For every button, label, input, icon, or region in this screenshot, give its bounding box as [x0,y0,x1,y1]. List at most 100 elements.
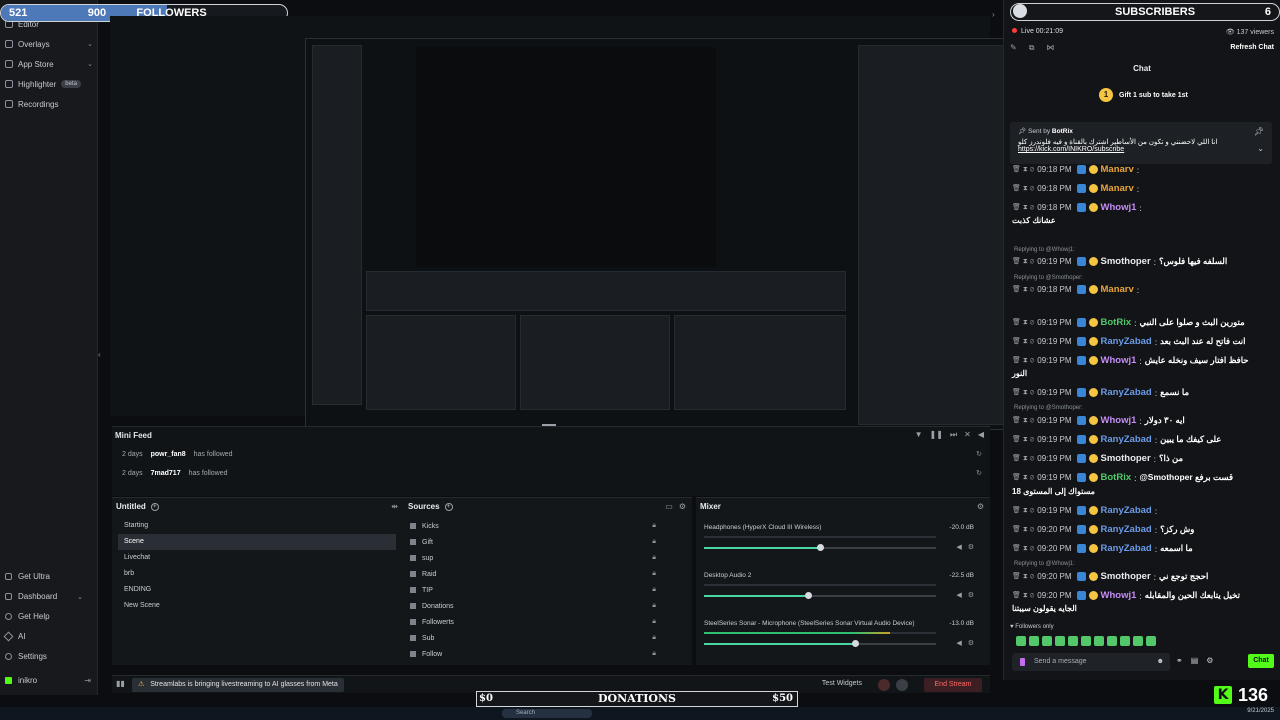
message-user[interactable]: Whowj1 [1101,590,1137,601]
chat-message[interactable]: 🗑︎ ⧗ ⊘ 09:19 PM RanyZabad: انت فاتح له عند … [1012,336,1274,347]
sidebar-item-highlighter[interactable]: Highlighter beta [5,76,93,92]
chat-message[interactable]: 🗑︎ ⧗ ⊘ 09:20 PM Smothoper: احجج توجع ني [1012,571,1274,582]
scene-item[interactable]: ENDING [118,582,396,598]
message-user[interactable]: Smothoper [1101,256,1151,267]
refresh-chat-button[interactable]: Refresh Chat [1230,44,1274,51]
mod-actions-icon[interactable]: 🗑︎ ⧗ ⊘ [1012,454,1034,463]
emote-icon[interactable] [1133,636,1143,646]
mod-actions-icon[interactable]: 🗑︎ ⧗ ⊘ [1012,572,1034,581]
channel-volume-slider[interactable] [704,592,936,599]
chevron-right-icon[interactable]: › [992,10,995,19]
volume-icon[interactable]: ◀ [978,430,984,440]
message-user[interactable]: RanyZabad [1101,505,1152,516]
source-item[interactable]: Raid 🔒︎ [410,566,656,582]
mod-actions-icon[interactable]: 🗑︎ ⧗ ⊘ [1012,337,1034,346]
chat-message[interactable]: 🗑︎ ⧗ ⊘ 09:19 PM Whowj1: ايه ٣٠ دولار [1012,415,1274,426]
scene-item[interactable]: New Scene [118,598,396,614]
lock-icon[interactable]: 🔒︎ [652,522,656,530]
speaker-icon[interactable]: ◀ [956,639,961,647]
pause-icon[interactable]: ❚❚ [930,430,943,440]
chat-message[interactable]: 🗑︎ ⧗ ⊘ 09:18 PM Manarv: [1012,183,1274,194]
sidebar-item-dashboard[interactable]: Dashboard ⌄ [5,592,83,601]
chat-message[interactable]: 🗑︎ ⧗ ⊘ 09:19 PM Smothoper: السلفه فيها فلوس… [1012,256,1274,267]
message-user[interactable]: Manarv [1101,164,1134,175]
source-item[interactable]: Followerts 🔒︎ [410,614,656,630]
lock-icon[interactable]: 🔒︎ [652,554,656,562]
emoji-icon[interactable]: ☻ [1157,653,1164,671]
mod-tools-icon[interactable]: ▤ [1191,656,1199,665]
message-user[interactable]: Whowj1 [1101,415,1137,426]
gift-sub-banner[interactable]: 1 Gift 1 sub to take 1st [1099,88,1188,102]
mod-actions-icon[interactable]: 🗑︎ ⧗ ⊘ [1012,435,1034,444]
mod-actions-icon[interactable]: 🗑︎ ⧗ ⊘ [1012,318,1034,327]
chat-message[interactable]: 🗑︎ ⧗ ⊘ 09:20 PM RanyZabad: وش ركز؟ [1012,524,1274,535]
emote-icon[interactable] [1094,636,1104,646]
mod-actions-icon[interactable]: 🗑︎ ⧗ ⊘ [1012,203,1034,212]
emote-icon[interactable] [1042,636,1052,646]
source-item[interactable]: TIP 🔒︎ [410,582,656,598]
emote-icon[interactable] [1016,636,1026,646]
message-user[interactable]: Whowj1 [1101,355,1137,366]
record-button[interactable] [878,679,890,691]
mixer-settings-icon[interactable]: ⚙ [977,502,984,511]
channel-settings-icon[interactable]: ⚙ [968,591,974,599]
sidebar-item-get-ultra[interactable]: Get Ultra [5,572,50,581]
replay-icon[interactable]: ↻ [976,469,982,477]
replay-buffer-button[interactable] [896,679,908,691]
message-user[interactable]: RanyZabad [1101,524,1152,535]
mod-actions-icon[interactable]: 🗑︎ ⧗ ⊘ [1012,165,1034,174]
channel-settings-icon[interactable]: ⚙ [968,543,974,551]
link-icon[interactable]: ⚭ [1176,656,1183,665]
lock-icon[interactable]: 🔒︎ [652,570,656,578]
message-user[interactable]: RanyZabad [1101,543,1152,554]
lock-icon[interactable]: 🔒︎ [652,618,656,626]
sidebar-item-ai[interactable]: AI [3,631,26,642]
chat-message[interactable]: 🗑︎ ⧗ ⊘ 09:19 PM BotRix: @Smothoper قست برفع [1012,472,1274,483]
message-user[interactable]: Smothoper [1101,453,1151,464]
add-source-icon[interactable]: + [444,502,453,511]
message-user[interactable]: RanyZabad [1101,336,1152,347]
chat-message[interactable]: 🗑︎ ⧗ ⊘ 09:20 PM RanyZabad: ما اسمعه [1012,543,1274,554]
emote-icon[interactable] [1068,636,1078,646]
chat-message[interactable]: 🗑︎ ⧗ ⊘ 09:19 PM Smothoper: من ذا؟ [1012,453,1274,464]
lock-icon[interactable]: 🔒︎ [652,650,656,658]
replay-icon[interactable]: ↻ [976,450,982,458]
skip-icon[interactable]: ⏭ [950,430,957,440]
mod-actions-icon[interactable]: 🗑︎ ⧗ ⊘ [1012,473,1034,482]
source-item[interactable]: Follow 🔒︎ [410,646,656,662]
lock-icon[interactable]: 🔒︎ [652,634,656,642]
chat-message-input[interactable]: Send a message ☻ [1012,653,1170,671]
chat-message[interactable]: 🗑︎ ⧗ ⊘ 09:19 PM Whowj1: حافظ افتار سيف ونخل… [1012,355,1274,366]
source-item[interactable]: sup 🔒︎ [410,550,656,566]
folder-icon[interactable]: ▭ [665,502,673,511]
chat-message[interactable]: 🗑︎ ⧗ ⊘ 09:20 PM Whowj1: تخيل يتابعك الحين و… [1012,590,1274,601]
popout-icon[interactable]: ⧉ [1029,43,1035,53]
news-banner[interactable]: ⚠ Streamlabs is bringing livestreaming t… [132,678,344,692]
edit-icon[interactable]: ✎ [1010,43,1017,53]
volume-knob[interactable] [805,592,813,599]
chevron-down-icon[interactable]: ⌄ [1257,144,1264,153]
mod-actions-icon[interactable]: 🗑︎ ⧗ ⊘ [1012,388,1034,397]
end-stream-button[interactable]: End Stream [924,678,982,692]
filter-icon[interactable]: ▼ [915,430,923,440]
message-user[interactable]: Manarv [1101,183,1134,194]
mute-icon[interactable]: ✕ [964,430,971,440]
mod-actions-icon[interactable]: 🗑︎ ⧗ ⊘ [1012,184,1034,193]
mod-actions-icon[interactable]: 🗑︎ ⧗ ⊘ [1012,285,1034,294]
add-scene-icon[interactable]: + [150,502,159,511]
emote-icon[interactable] [1146,636,1156,646]
lock-icon[interactable]: 🔒︎ [652,538,656,546]
chevron-left-icon[interactable]: ‹ [98,350,101,359]
message-user[interactable]: RanyZabad [1101,434,1152,445]
emote-icon[interactable] [1055,636,1065,646]
scene-item[interactable]: brb [118,566,396,582]
source-item[interactable]: Kicks 🔒︎ [410,518,656,534]
source-item[interactable]: Donations 🔒︎ [410,598,656,614]
stream-preview[interactable] [110,16,1010,430]
message-user[interactable]: Smothoper [1101,571,1151,582]
message-user[interactable]: Manarv [1101,284,1134,295]
emote-icon[interactable] [1081,636,1091,646]
user-account[interactable]: inikro ⇥ [5,676,91,685]
channel-volume-slider[interactable] [704,640,936,647]
source-item[interactable]: Gift 🔒︎ [410,534,656,550]
